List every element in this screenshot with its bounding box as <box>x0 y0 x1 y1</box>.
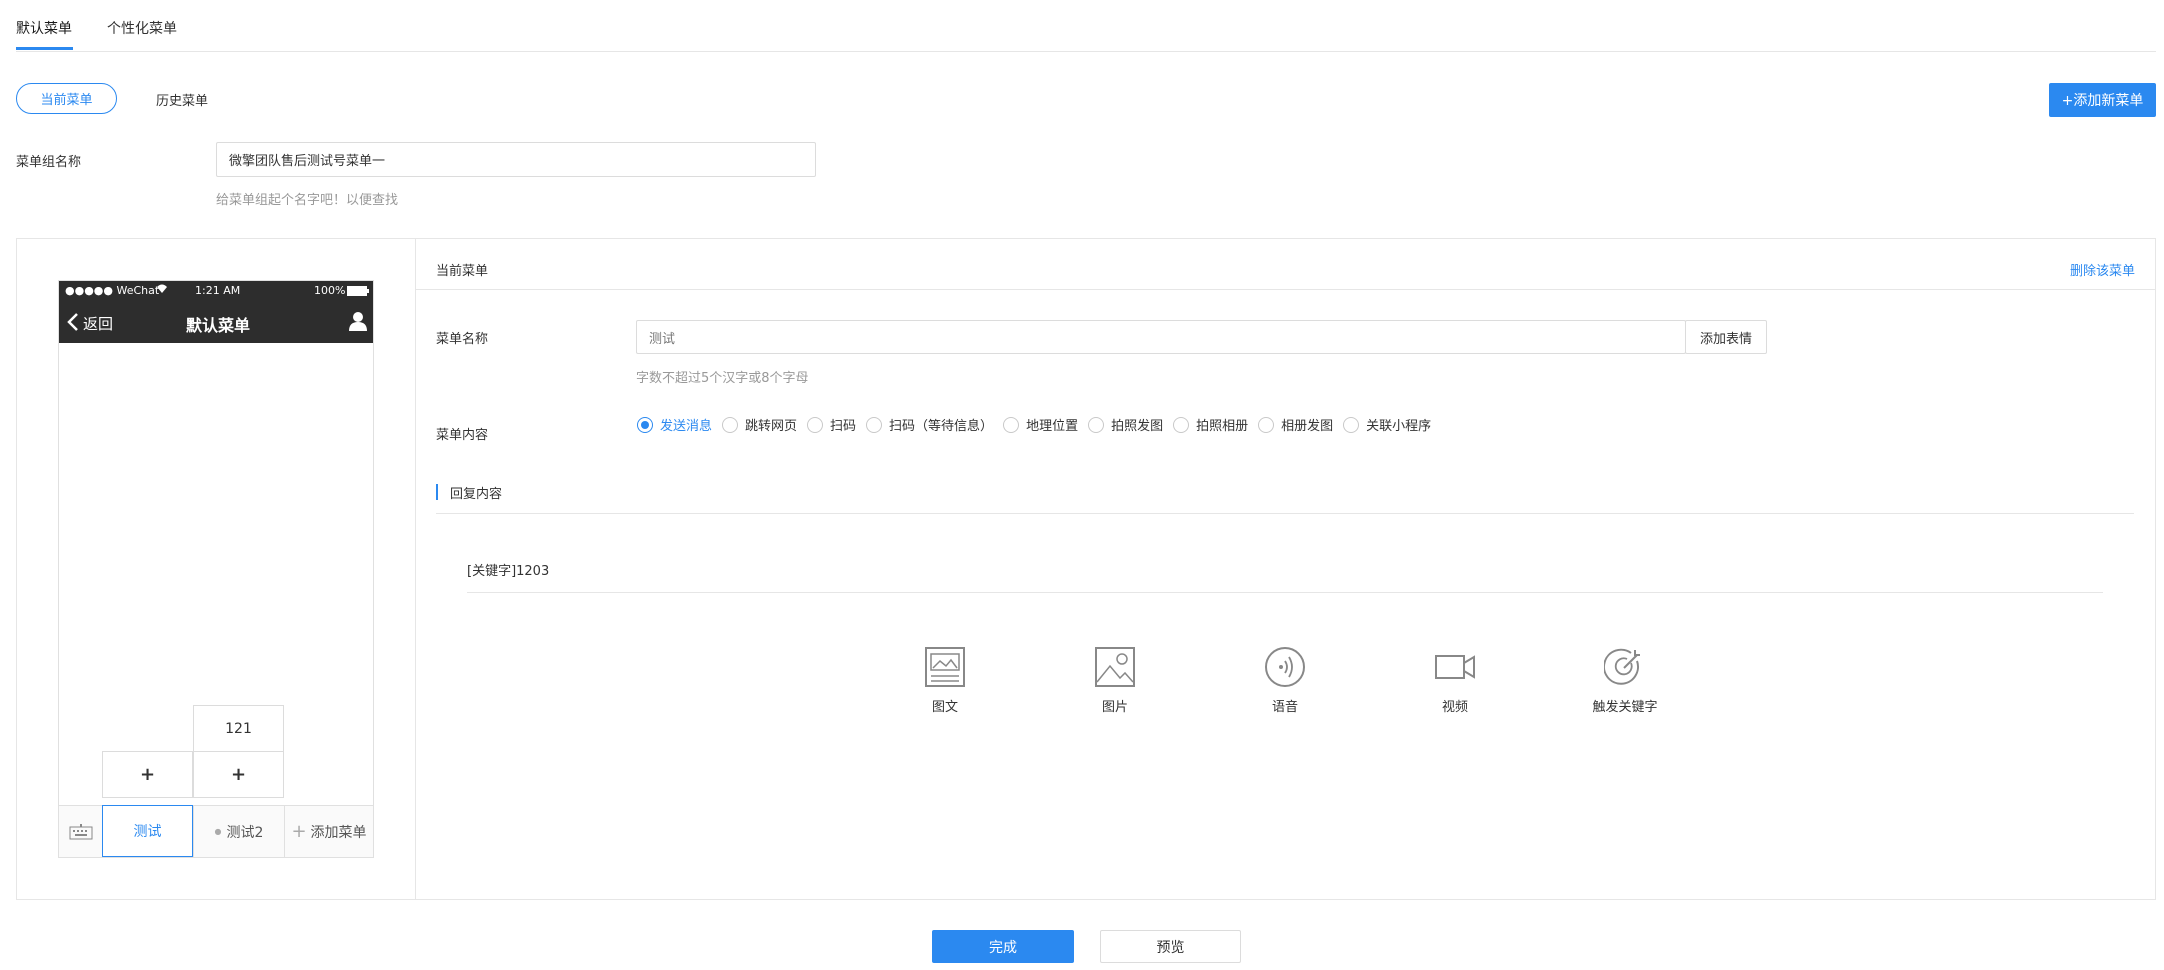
group-name-label: 菜单组名称 <box>16 155 82 170</box>
plus-icon: + <box>291 821 307 842</box>
media-voice-button[interactable]: 语音 <box>1240 646 1330 715</box>
menu-name-hint: 字数不超过5个汉字或8个字母 <box>636 371 809 386</box>
media-news-button[interactable]: 图文 <box>900 646 990 715</box>
menu-item-test[interactable]: 测试 <box>102 805 193 857</box>
radio-label: 关联小程序 <box>1366 419 1432 434</box>
phone-status-bar: ●●●●● WeChat 1:21 AM 100% <box>59 281 373 301</box>
media-label: 触发关键字 <box>1592 700 1658 715</box>
add-emoji-button[interactable]: 添加表情 <box>1685 320 1767 354</box>
video-icon <box>1435 655 1475 679</box>
reply-accent-bar <box>436 484 438 500</box>
add-submenu-button[interactable]: + <box>193 751 284 798</box>
submenu-item-label: 121 <box>225 721 252 737</box>
user-icon[interactable] <box>349 311 367 335</box>
divider <box>436 513 2134 514</box>
radio-mini-program[interactable]: 关联小程序 <box>1343 415 1431 434</box>
radio-dot-icon <box>1088 416 1105 433</box>
radio-label: 拍照发图 <box>1111 419 1164 434</box>
radio-label: 扫码 <box>830 419 857 434</box>
phone-menu-bar: 测试 ● 测试2 + 添加菜单 <box>59 805 373 857</box>
delete-menu-link[interactable]: 删除该菜单 <box>2070 260 2135 279</box>
radio-label: 扫码（等待信息） <box>889 419 994 434</box>
group-name-hint: 给菜单组起个名字吧！以便查找 <box>216 193 399 208</box>
radio-dot-icon <box>1258 416 1275 433</box>
battery-text: 100% <box>314 284 346 297</box>
radio-label: 相册发图 <box>1281 419 1334 434</box>
plus-icon: + <box>139 764 156 785</box>
divider <box>416 289 2155 290</box>
media-keyword-button[interactable]: 触发关键字 <box>1580 646 1670 715</box>
news-icon <box>925 647 965 687</box>
radio-dot-icon <box>807 416 824 433</box>
radio-label: 地理位置 <box>1026 419 1079 434</box>
panel-divider <box>415 238 416 900</box>
divider <box>467 592 2103 593</box>
menu-name-input[interactable]: 测试 <box>636 320 1686 354</box>
radio-send-message[interactable]: 发送消息 <box>637 415 712 434</box>
submenu-item[interactable]: 121 <box>193 705 284 752</box>
reply-keyword: [关键字]1203 <box>467 564 550 579</box>
media-label: 视频 <box>1441 700 1468 715</box>
back-chevron-icon[interactable] <box>67 313 79 335</box>
preview-button[interactable]: 预览 <box>1100 930 1241 963</box>
media-label: 图片 <box>1101 700 1128 715</box>
tab-default-menu[interactable]: 默认菜单 <box>16 18 72 38</box>
radio-location[interactable]: 地理位置 <box>1003 415 1078 434</box>
radio-dot-icon <box>722 416 739 433</box>
tab-current-menu[interactable]: 当前菜单 <box>16 83 117 114</box>
radio-dot-icon <box>1173 416 1190 433</box>
add-menu-item[interactable]: + 添加菜单 <box>284 806 373 857</box>
battery-icon <box>347 286 369 299</box>
menu-name-label: 菜单名称 <box>436 332 489 347</box>
radio-camera-photo[interactable]: 拍照发图 <box>1088 415 1163 434</box>
phone-nav-bar: 返回 默认菜单 <box>59 301 373 343</box>
media-label: 语音 <box>1271 700 1298 715</box>
voice-icon <box>1265 647 1305 687</box>
menu-item-test2[interactable]: ● 测试2 <box>193 806 284 857</box>
carrier-text: ●●●●● WeChat <box>65 284 160 297</box>
radio-label: 拍照相册 <box>1196 419 1249 434</box>
add-menu-label: 添加菜单 <box>310 824 367 841</box>
radio-dot-icon <box>866 416 883 433</box>
back-label[interactable]: 返回 <box>83 313 113 334</box>
tab-history-menu[interactable]: 历史菜单 <box>156 90 208 109</box>
editor-title: 当前菜单 <box>436 264 489 279</box>
menu-item-label: 测试 <box>133 824 162 840</box>
radio-jump-url[interactable]: 跳转网页 <box>722 415 797 434</box>
add-new-menu-button[interactable]: +添加新菜单 <box>2049 83 2156 117</box>
radio-dot-icon <box>1003 416 1020 433</box>
menu-content-label: 菜单内容 <box>436 428 489 443</box>
done-button[interactable]: 完成 <box>932 930 1074 963</box>
menu-item-label: 测试2 <box>226 824 264 841</box>
target-icon <box>1604 648 1640 685</box>
media-video-button[interactable]: 视频 <box>1410 646 1500 715</box>
radio-dot-icon <box>637 416 653 433</box>
group-name-input[interactable]: 微擎团队售后测试号菜单一 <box>216 142 816 177</box>
radio-camera-album[interactable]: 拍照相册 <box>1173 415 1248 434</box>
radio-label: 发送消息 <box>660 419 713 434</box>
menu-content-options: 发送消息 跳转网页 扫码 扫码（等待信息） 地理位置 拍照发图 拍照相册 相册发… <box>637 415 1441 434</box>
divider <box>16 51 2156 52</box>
phone-preview: ●●●●● WeChat 1:21 AM 100% 返回 默认菜单 + 121 … <box>58 280 374 858</box>
status-time: 1:21 AM <box>195 284 241 297</box>
active-tab-indicator <box>16 47 73 50</box>
radio-dot-icon <box>1343 416 1360 433</box>
phone-title: 默认菜单 <box>186 316 251 335</box>
radio-scan[interactable]: 扫码 <box>807 415 856 434</box>
image-icon <box>1095 647 1135 687</box>
radio-scan-wait[interactable]: 扫码（等待信息） <box>866 415 993 434</box>
media-image-button[interactable]: 图片 <box>1070 646 1160 715</box>
plus-icon: + <box>230 764 247 785</box>
radio-label: 跳转网页 <box>745 419 798 434</box>
keyboard-icon[interactable] <box>59 806 102 857</box>
dot-icon: ● <box>214 827 222 836</box>
tab-personalized-menu[interactable]: 个性化菜单 <box>107 18 177 38</box>
radio-album-photo[interactable]: 相册发图 <box>1258 415 1333 434</box>
wifi-icon <box>155 282 169 297</box>
media-label: 图文 <box>931 700 958 715</box>
add-submenu-button[interactable]: + <box>102 751 193 798</box>
reply-content-title: 回复内容 <box>450 487 503 502</box>
